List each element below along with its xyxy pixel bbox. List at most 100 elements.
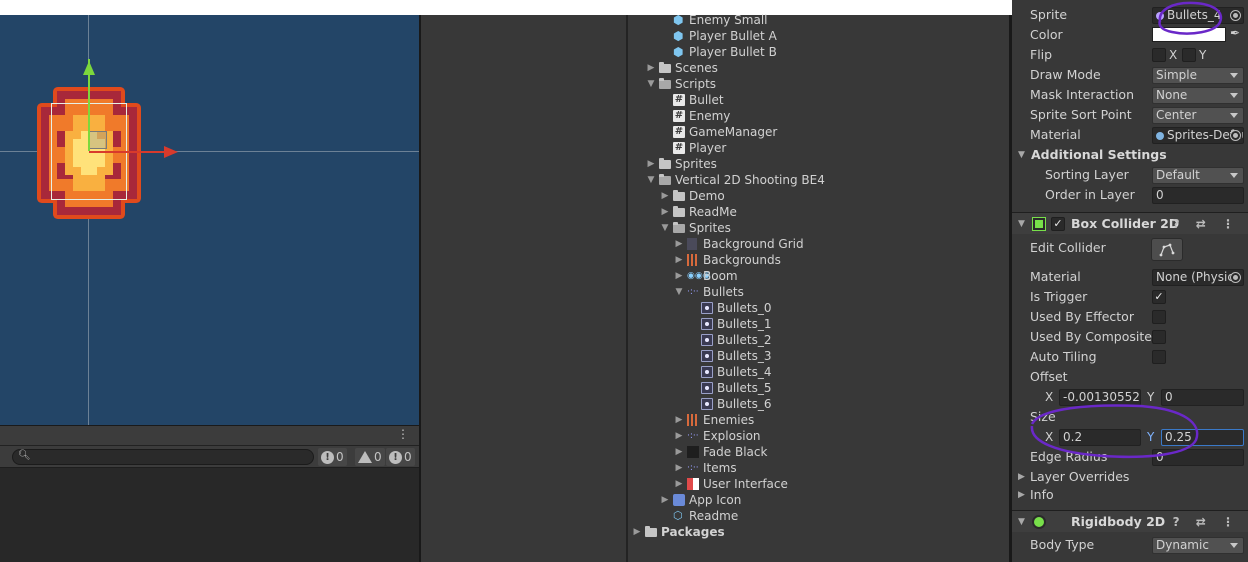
foldout-closed-icon[interactable]: ▶	[674, 268, 684, 284]
tree-item-explosion[interactable]: ▶ ·:·· Explosion	[674, 428, 1009, 444]
box-collider-header[interactable]: ▼ ✓ Box Collider 2D ? ⇄ ⋮	[1012, 212, 1248, 234]
rigidbody-header[interactable]: ▼ Rigidbody 2D ? ⇄ ⋮	[1012, 510, 1248, 532]
foldout-closed-icon[interactable]: ▶	[674, 252, 684, 268]
foldout-closed-icon[interactable]: ▶	[674, 428, 684, 444]
foldout-closed-icon[interactable]: ▶	[660, 492, 670, 508]
folder-icon	[659, 62, 671, 73]
tree-item-gamemanager[interactable]: # GameManager	[660, 124, 1009, 140]
additional-settings-foldout[interactable]: ▼ Additional Settings	[1012, 145, 1248, 165]
edge-radius-input[interactable]: 0	[1152, 449, 1244, 466]
tree-item-scripts[interactable]: ▼ Scripts	[646, 76, 1009, 92]
is-trigger-checkbox[interactable]: ✓	[1152, 290, 1166, 304]
x-axis-gizmo[interactable]	[89, 151, 167, 153]
foldout-closed-icon[interactable]: ▶	[674, 444, 684, 460]
component-header-icons[interactable]: ? ⇄ ⋮	[1173, 213, 1240, 235]
offset-x-input[interactable]: -0.00130552	[1059, 389, 1141, 406]
log-counter[interactable]: ! 0	[318, 448, 347, 466]
tree-item-enemy-small[interactable]: ⬢ Enemy Small	[660, 12, 1009, 28]
tree-item-bullets-6[interactable]: Bullets_6	[688, 396, 1009, 412]
tree-item-bullets[interactable]: ▼ ·:·· Bullets	[674, 284, 1009, 300]
info-foldout[interactable]: ▶ Info	[1012, 485, 1248, 505]
tree-item-boom[interactable]: ▶ ◉◉◉ Boom	[674, 268, 1009, 284]
layer-overrides-foldout[interactable]: ▶ Layer Overrides	[1012, 467, 1248, 487]
tree-item-readme[interactable]: ▶ ReadMe	[660, 204, 1009, 220]
color-swatch[interactable]	[1152, 27, 1226, 42]
foldout-closed-icon[interactable]: ▶	[660, 188, 670, 204]
tree-item-background-grid[interactable]: ▶ Background Grid	[674, 236, 1009, 252]
flip-y-checkbox[interactable]	[1182, 48, 1196, 62]
console-menu-icon[interactable]: ⋮	[397, 427, 409, 441]
foldout-closed-icon[interactable]: ▶	[674, 476, 684, 492]
tree-item-enemies[interactable]: ▶ Enemies	[674, 412, 1009, 428]
tree-item-sprites[interactable]: ▶ Sprites	[646, 156, 1009, 172]
console-search-input[interactable]: 🔍︎	[12, 449, 314, 465]
used-by-composite-checkbox[interactable]	[1152, 330, 1166, 344]
tree-item-bullets-1[interactable]: Bullets_1	[688, 316, 1009, 332]
tree-item-items[interactable]: ▶ ·:·· Items	[674, 460, 1009, 476]
foldout-open-icon[interactable]: ▼	[660, 220, 670, 236]
tree-item-app-icon[interactable]: ▶ App Icon	[660, 492, 1009, 508]
tree-item-backgrounds[interactable]: ▶ Backgrounds	[674, 252, 1009, 268]
tree-item-packages[interactable]: ▶ Packages	[632, 524, 1009, 540]
used-by-effector-checkbox[interactable]	[1152, 310, 1166, 324]
foldout-closed-icon[interactable]: ▶	[646, 60, 656, 76]
offset-y-input[interactable]: 0	[1161, 389, 1244, 406]
tree-item-bullets-4[interactable]: Bullets_4	[688, 364, 1009, 380]
foldout-closed-icon[interactable]: ▶	[632, 524, 642, 540]
foldout-closed-icon[interactable]: ▶	[674, 236, 684, 252]
error-count: 0	[404, 450, 412, 464]
tree-item-player-bullet-b[interactable]: ⬢ Player Bullet B	[660, 44, 1009, 60]
enabled-checkbox[interactable]: ✓	[1051, 217, 1065, 231]
info-label: Info	[1030, 487, 1054, 502]
tree-item-user-interface[interactable]: ▶ User Interface	[674, 476, 1009, 492]
foldout-closed-icon[interactable]: ▶	[674, 412, 684, 428]
object-picker-icon[interactable]	[1230, 10, 1241, 21]
tree-item-bullets-2[interactable]: Bullets_2	[688, 332, 1009, 348]
tree-item-demo[interactable]: ▶ Demo	[660, 188, 1009, 204]
material-field[interactable]: Sprites-Default	[1152, 127, 1244, 144]
tree-item-fade-black[interactable]: ▶ Fade Black	[674, 444, 1009, 460]
eyedropper-icon[interactable]: ✒	[1230, 26, 1240, 40]
tree-item-bullets-3[interactable]: Bullets_3	[688, 348, 1009, 364]
foldout-open-icon[interactable]: ▼	[646, 172, 656, 188]
sort-point-dropdown[interactable]: Center	[1152, 107, 1244, 124]
collider-material-field[interactable]: None (Physics Material 2D)	[1152, 269, 1244, 286]
object-picker-icon[interactable]	[1230, 130, 1241, 141]
component-header-icons[interactable]: ? ⇄ ⋮	[1173, 511, 1240, 533]
order-input[interactable]: 0	[1152, 187, 1244, 204]
body-type-dropdown[interactable]: Dynamic	[1152, 537, 1244, 554]
tree-item-bullets-5[interactable]: Bullets_5	[688, 380, 1009, 396]
tree-item-bullets-0[interactable]: Bullets_0	[688, 300, 1009, 316]
foldout-closed-icon[interactable]: ▶	[674, 460, 684, 476]
sprite-field[interactable]: Bullets_4	[1152, 7, 1244, 24]
flip-y-label: Y	[1199, 48, 1207, 62]
foldout-open-icon[interactable]: ▼	[674, 284, 684, 300]
tree-item-readme[interactable]: ⬡ Readme	[660, 508, 1009, 524]
error-counter[interactable]: ! 0	[386, 448, 415, 466]
scene-view[interactable]	[0, 15, 419, 425]
object-picker-icon[interactable]	[1230, 272, 1241, 283]
tree-item-player[interactable]: # Player	[660, 140, 1009, 156]
tree-item-scenes[interactable]: ▶ Scenes	[646, 60, 1009, 76]
size-x-input[interactable]: 0.2	[1059, 429, 1141, 446]
foldout-closed-icon[interactable]: ▶	[660, 204, 670, 220]
move-handle[interactable]	[89, 131, 107, 149]
sorting-layer-dropdown[interactable]: Default	[1152, 167, 1244, 184]
warning-counter[interactable]: 0	[355, 448, 385, 466]
y-axis-arrow-icon[interactable]	[83, 61, 95, 75]
foldout-open-icon[interactable]: ▼	[646, 76, 656, 92]
tree-item-vertical-2d-shooting-be4[interactable]: ▼ Vertical 2D Shooting BE4	[646, 172, 1009, 188]
size-y-input[interactable]: 0.25	[1161, 429, 1244, 446]
x-axis-arrow-icon[interactable]	[164, 146, 178, 158]
foldout-closed-icon[interactable]: ▶	[646, 156, 656, 172]
draw-mode-dropdown[interactable]: Simple	[1152, 67, 1244, 84]
size-x-label: X	[1045, 430, 1054, 444]
mask-dropdown[interactable]: None	[1152, 87, 1244, 104]
flip-x-checkbox[interactable]	[1152, 48, 1166, 62]
tree-item-sprites[interactable]: ▼ Sprites	[660, 220, 1009, 236]
edit-collider-button[interactable]	[1151, 238, 1183, 261]
tree-item-bullet[interactable]: # Bullet	[660, 92, 1009, 108]
tree-item-player-bullet-a[interactable]: ⬢ Player Bullet A	[660, 28, 1009, 44]
auto-tiling-checkbox[interactable]	[1152, 350, 1166, 364]
tree-item-enemy[interactable]: # Enemy	[660, 108, 1009, 124]
